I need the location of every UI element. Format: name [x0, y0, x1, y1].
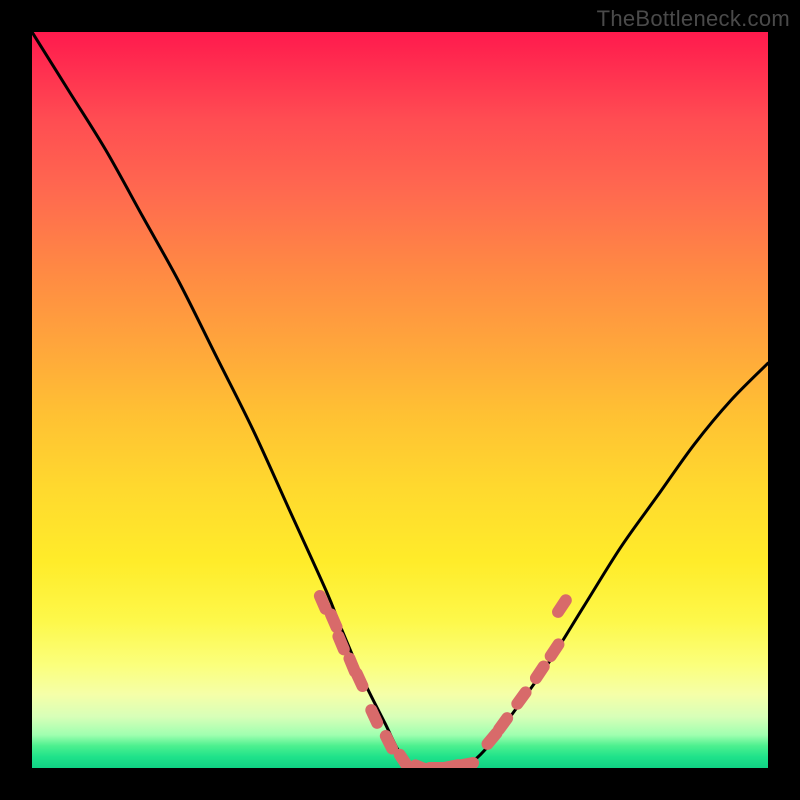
curve-marker: [536, 667, 544, 679]
curve-layer: [32, 32, 768, 768]
curve-marker: [338, 636, 343, 649]
curve-marker: [357, 673, 363, 686]
curve-marker: [331, 614, 337, 627]
curve-marker: [488, 733, 497, 744]
curve-marker: [400, 755, 408, 767]
curve-marker: [320, 596, 326, 609]
chart-frame: TheBottleneck.com: [0, 0, 800, 800]
curve-marker: [386, 736, 392, 749]
curve-marker: [459, 763, 473, 766]
plot-area: [32, 32, 768, 768]
bottleneck-curve: [32, 32, 768, 768]
curve-marker: [558, 600, 566, 612]
watermark-text: TheBottleneck.com: [597, 6, 790, 32]
curve-marker: [499, 718, 507, 729]
curve-marker: [551, 644, 559, 656]
curve-marker: [517, 692, 525, 703]
curve-marker: [371, 710, 377, 723]
